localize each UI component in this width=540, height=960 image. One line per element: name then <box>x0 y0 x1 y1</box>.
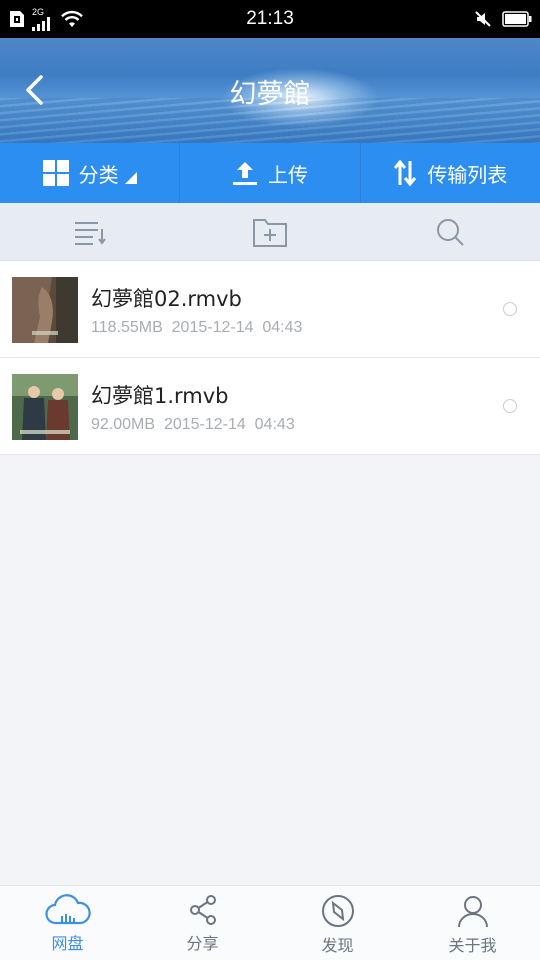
list-item[interactable]: 幻夢館1.rmvb 92.00MB 2015-12-14 04:43 <box>0 358 540 455</box>
search-icon <box>437 218 464 246</box>
tab-label: 网盘 <box>51 934 84 953</box>
status-right <box>474 10 532 28</box>
signal-icon <box>32 16 50 31</box>
transfer-list-label: 传输列表 <box>427 162 508 187</box>
toolbar <box>0 203 540 261</box>
tab-label: 分享 <box>186 934 219 953</box>
sort-icon <box>75 221 106 245</box>
file-name: 幻夢館02.rmvb <box>91 287 242 311</box>
file-size: 118.55MB <box>91 319 163 336</box>
tab-about-me[interactable]: 关于我 <box>405 886 540 960</box>
category-label: 分类 <box>78 162 119 187</box>
cloud-icon <box>44 894 91 925</box>
action-bar: 分类 上传 传输列表 <box>0 143 540 203</box>
file-date: 2015-12-14 04:43 <box>171 319 303 336</box>
page-title: 幻夢館 <box>229 79 311 110</box>
tab-label: 发现 <box>321 936 354 955</box>
compass-icon <box>321 895 354 927</box>
file-size: 92.00MB <box>91 416 156 433</box>
select-radio[interactable] <box>503 399 517 413</box>
caret-down-icon <box>124 172 137 184</box>
tab-label: 关于我 <box>448 936 497 955</box>
person-icon <box>457 896 488 928</box>
mute-icon <box>475 11 491 27</box>
battery-icon <box>502 11 532 27</box>
transfer-arrows-icon <box>394 159 417 187</box>
status-left: 2G <box>8 6 84 31</box>
header: 幻夢館 <box>0 38 540 143</box>
transfer-list-button[interactable]: 传输列表 <box>361 143 540 203</box>
status-bar: 2G 21:13 <box>0 0 540 38</box>
list-item[interactable]: 幻夢館02.rmvb 118.55MB 2015-12-14 04:43 <box>0 261 540 358</box>
sim-icon <box>10 11 24 27</box>
file-date: 2015-12-14 04:43 <box>163 416 295 433</box>
upload-button[interactable]: 上传 <box>180 143 361 203</box>
network-type: 2G <box>32 6 45 17</box>
file-meta: 118.55MB 2015-12-14 04:43 <box>91 319 302 337</box>
sort-button[interactable] <box>0 203 180 260</box>
upload-label: 上传 <box>267 162 308 187</box>
grid-icon <box>42 160 69 186</box>
new-folder-button[interactable] <box>180 203 360 260</box>
tab-discover[interactable]: 发现 <box>270 886 405 960</box>
new-folder-icon <box>253 218 287 247</box>
search-button[interactable] <box>360 203 540 260</box>
upload-icon <box>232 162 257 185</box>
file-list: 幻夢館02.rmvb 118.55MB 2015-12-14 04:43 幻夢館… <box>0 261 540 455</box>
video-thumbnail <box>12 374 78 440</box>
share-icon <box>189 895 216 925</box>
bottom-tab-bar: 网盘 分享 发现 关于我 <box>0 885 540 960</box>
category-button[interactable]: 分类 <box>0 143 181 203</box>
tab-netdisk[interactable]: 网盘 <box>0 886 135 960</box>
wifi-icon <box>61 10 83 27</box>
file-meta: 92.00MB 2015-12-14 04:43 <box>91 416 295 434</box>
tab-share[interactable]: 分享 <box>135 886 270 960</box>
select-radio[interactable] <box>503 302 517 316</box>
file-name: 幻夢館1.rmvb <box>91 384 229 408</box>
video-thumbnail <box>12 277 78 343</box>
